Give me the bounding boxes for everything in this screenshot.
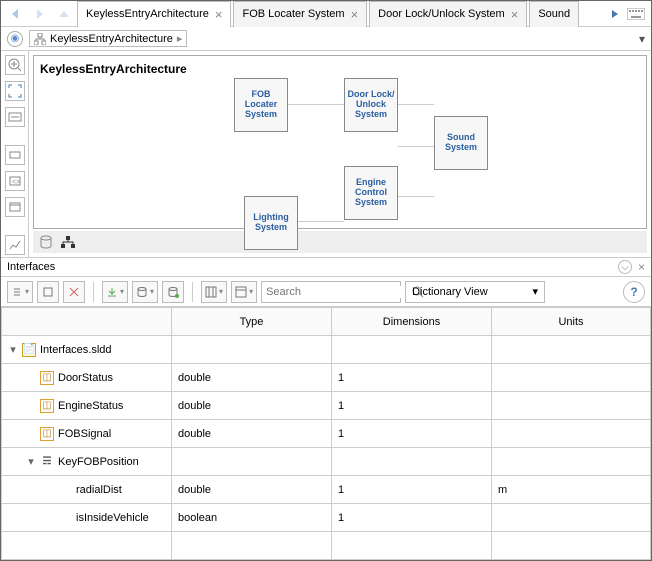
tab-strip: KeylessEntryArchitecture × FOB Locater S… [77, 1, 605, 27]
table-row[interactable]: ▾📄Interfaces.sldd [2, 336, 651, 364]
chart-icon[interactable] [5, 235, 25, 255]
connector [298, 221, 344, 222]
view-mode-select[interactable]: Dictionary View ▾ [405, 281, 545, 303]
connector [288, 104, 344, 105]
table-row[interactable]: ◫FOBSignal double 1 [2, 420, 651, 448]
units-column-header[interactable]: Units [492, 308, 651, 336]
connector [398, 146, 434, 147]
database-icon[interactable] [37, 234, 55, 250]
block-fob-locater[interactable]: FOB Locater System [234, 78, 288, 132]
interface-icon: ◫ [40, 371, 54, 385]
link-dictionary-button[interactable] [132, 281, 158, 303]
expand-icon[interactable]: ▾ [26, 455, 36, 468]
svg-text:<>: <> [12, 179, 20, 186]
breadcrumb-label: KeylessEntryArchitecture [50, 33, 173, 45]
bus-interface-icon: ☴ [40, 455, 54, 469]
minimize-panel-button[interactable]: ⌵ [618, 260, 632, 274]
tab-fob-locater[interactable]: FOB Locater System × [233, 1, 367, 27]
breadcrumb-menu-button[interactable]: ▾ [639, 32, 645, 46]
architecture-canvas[interactable]: KeylessEntryArchitecture FOB Locater Sys… [33, 55, 647, 229]
table-row[interactable]: radialDist double 1 m [2, 476, 651, 504]
tab-keyless-entry[interactable]: KeylessEntryArchitecture × [77, 1, 231, 27]
add-element-button[interactable] [37, 281, 59, 303]
close-icon[interactable]: × [511, 8, 519, 21]
block-sound[interactable]: Sound System [434, 116, 488, 170]
table-row[interactable]: ◫EngineStatus double 1 [2, 392, 651, 420]
bus-icon[interactable] [5, 197, 25, 217]
tree-column-header[interactable] [2, 308, 172, 336]
dimensions-column-header[interactable]: Dimensions [332, 308, 492, 336]
table-row[interactable]: isInsideVehicle boolean 1 [2, 504, 651, 532]
close-icon[interactable]: × [351, 8, 359, 21]
interface-icon: ◫ [40, 399, 54, 413]
connector [398, 104, 434, 105]
type-column-header[interactable]: Type [172, 308, 332, 336]
tab-overflow-button[interactable] [607, 7, 623, 21]
nav-forward-button[interactable] [29, 4, 51, 24]
panel-title: Interfaces [7, 261, 55, 273]
chevron-down-icon: ▾ [533, 285, 539, 298]
keyboard-icon[interactable] [625, 8, 647, 20]
table-row[interactable]: ◫DoorStatus double 1 [2, 364, 651, 392]
hierarchy-icon [34, 33, 46, 45]
close-panel-button[interactable]: × [638, 260, 645, 274]
table-row [2, 532, 651, 560]
table-row[interactable]: ▾☴KeyFOBPosition [2, 448, 651, 476]
fit-view-icon[interactable] [5, 81, 25, 101]
block-door-lock[interactable]: Door Lock/ Unlock System [344, 78, 398, 132]
tab-label: Sound [538, 8, 570, 20]
nav-back-button[interactable] [5, 4, 27, 24]
filter-button[interactable] [231, 281, 257, 303]
tab-label: FOB Locater System [242, 8, 344, 20]
help-button[interactable]: ? [623, 281, 645, 303]
chevron-right-icon: ▸ [177, 32, 183, 45]
zoom-in-icon[interactable] [5, 55, 25, 75]
code-block-icon[interactable]: <> [5, 171, 25, 191]
breadcrumb[interactable]: KeylessEntryArchitecture ▸ [29, 30, 187, 47]
delete-button[interactable] [63, 281, 85, 303]
tab-label: Door Lock/Unlock System [378, 8, 505, 20]
canvas-title: KeylessEntryArchitecture [40, 62, 640, 76]
tab-label: KeylessEntryArchitecture [86, 8, 209, 20]
search-input[interactable] [261, 281, 401, 303]
block-lighting[interactable]: Lighting System [244, 196, 298, 250]
rect-icon[interactable] [5, 145, 25, 165]
dictionary-icon: 📄 [22, 343, 36, 357]
expand-icon[interactable]: ▾ [8, 343, 18, 356]
nav-up-button[interactable] [53, 4, 75, 24]
close-icon[interactable]: × [215, 8, 223, 21]
model-root-icon[interactable]: ◉ [7, 31, 23, 47]
interface-icon: ◫ [40, 427, 54, 441]
canvas-side-toolbar: <> [1, 51, 29, 257]
add-interface-button[interactable] [7, 281, 33, 303]
interfaces-table: Type Dimensions Units ▾📄Interfaces.sldd … [1, 307, 651, 560]
columns-button[interactable] [201, 281, 227, 303]
import-button[interactable] [102, 281, 128, 303]
connector [398, 196, 434, 197]
hierarchy-view-icon[interactable] [59, 234, 77, 250]
tab-sound[interactable]: Sound [529, 1, 579, 27]
save-dictionary-button[interactable] [162, 281, 184, 303]
toggle-legend-icon[interactable] [5, 107, 25, 127]
block-engine-control[interactable]: Engine Control System [344, 166, 398, 220]
tab-door-lock[interactable]: Door Lock/Unlock System × [369, 1, 527, 27]
